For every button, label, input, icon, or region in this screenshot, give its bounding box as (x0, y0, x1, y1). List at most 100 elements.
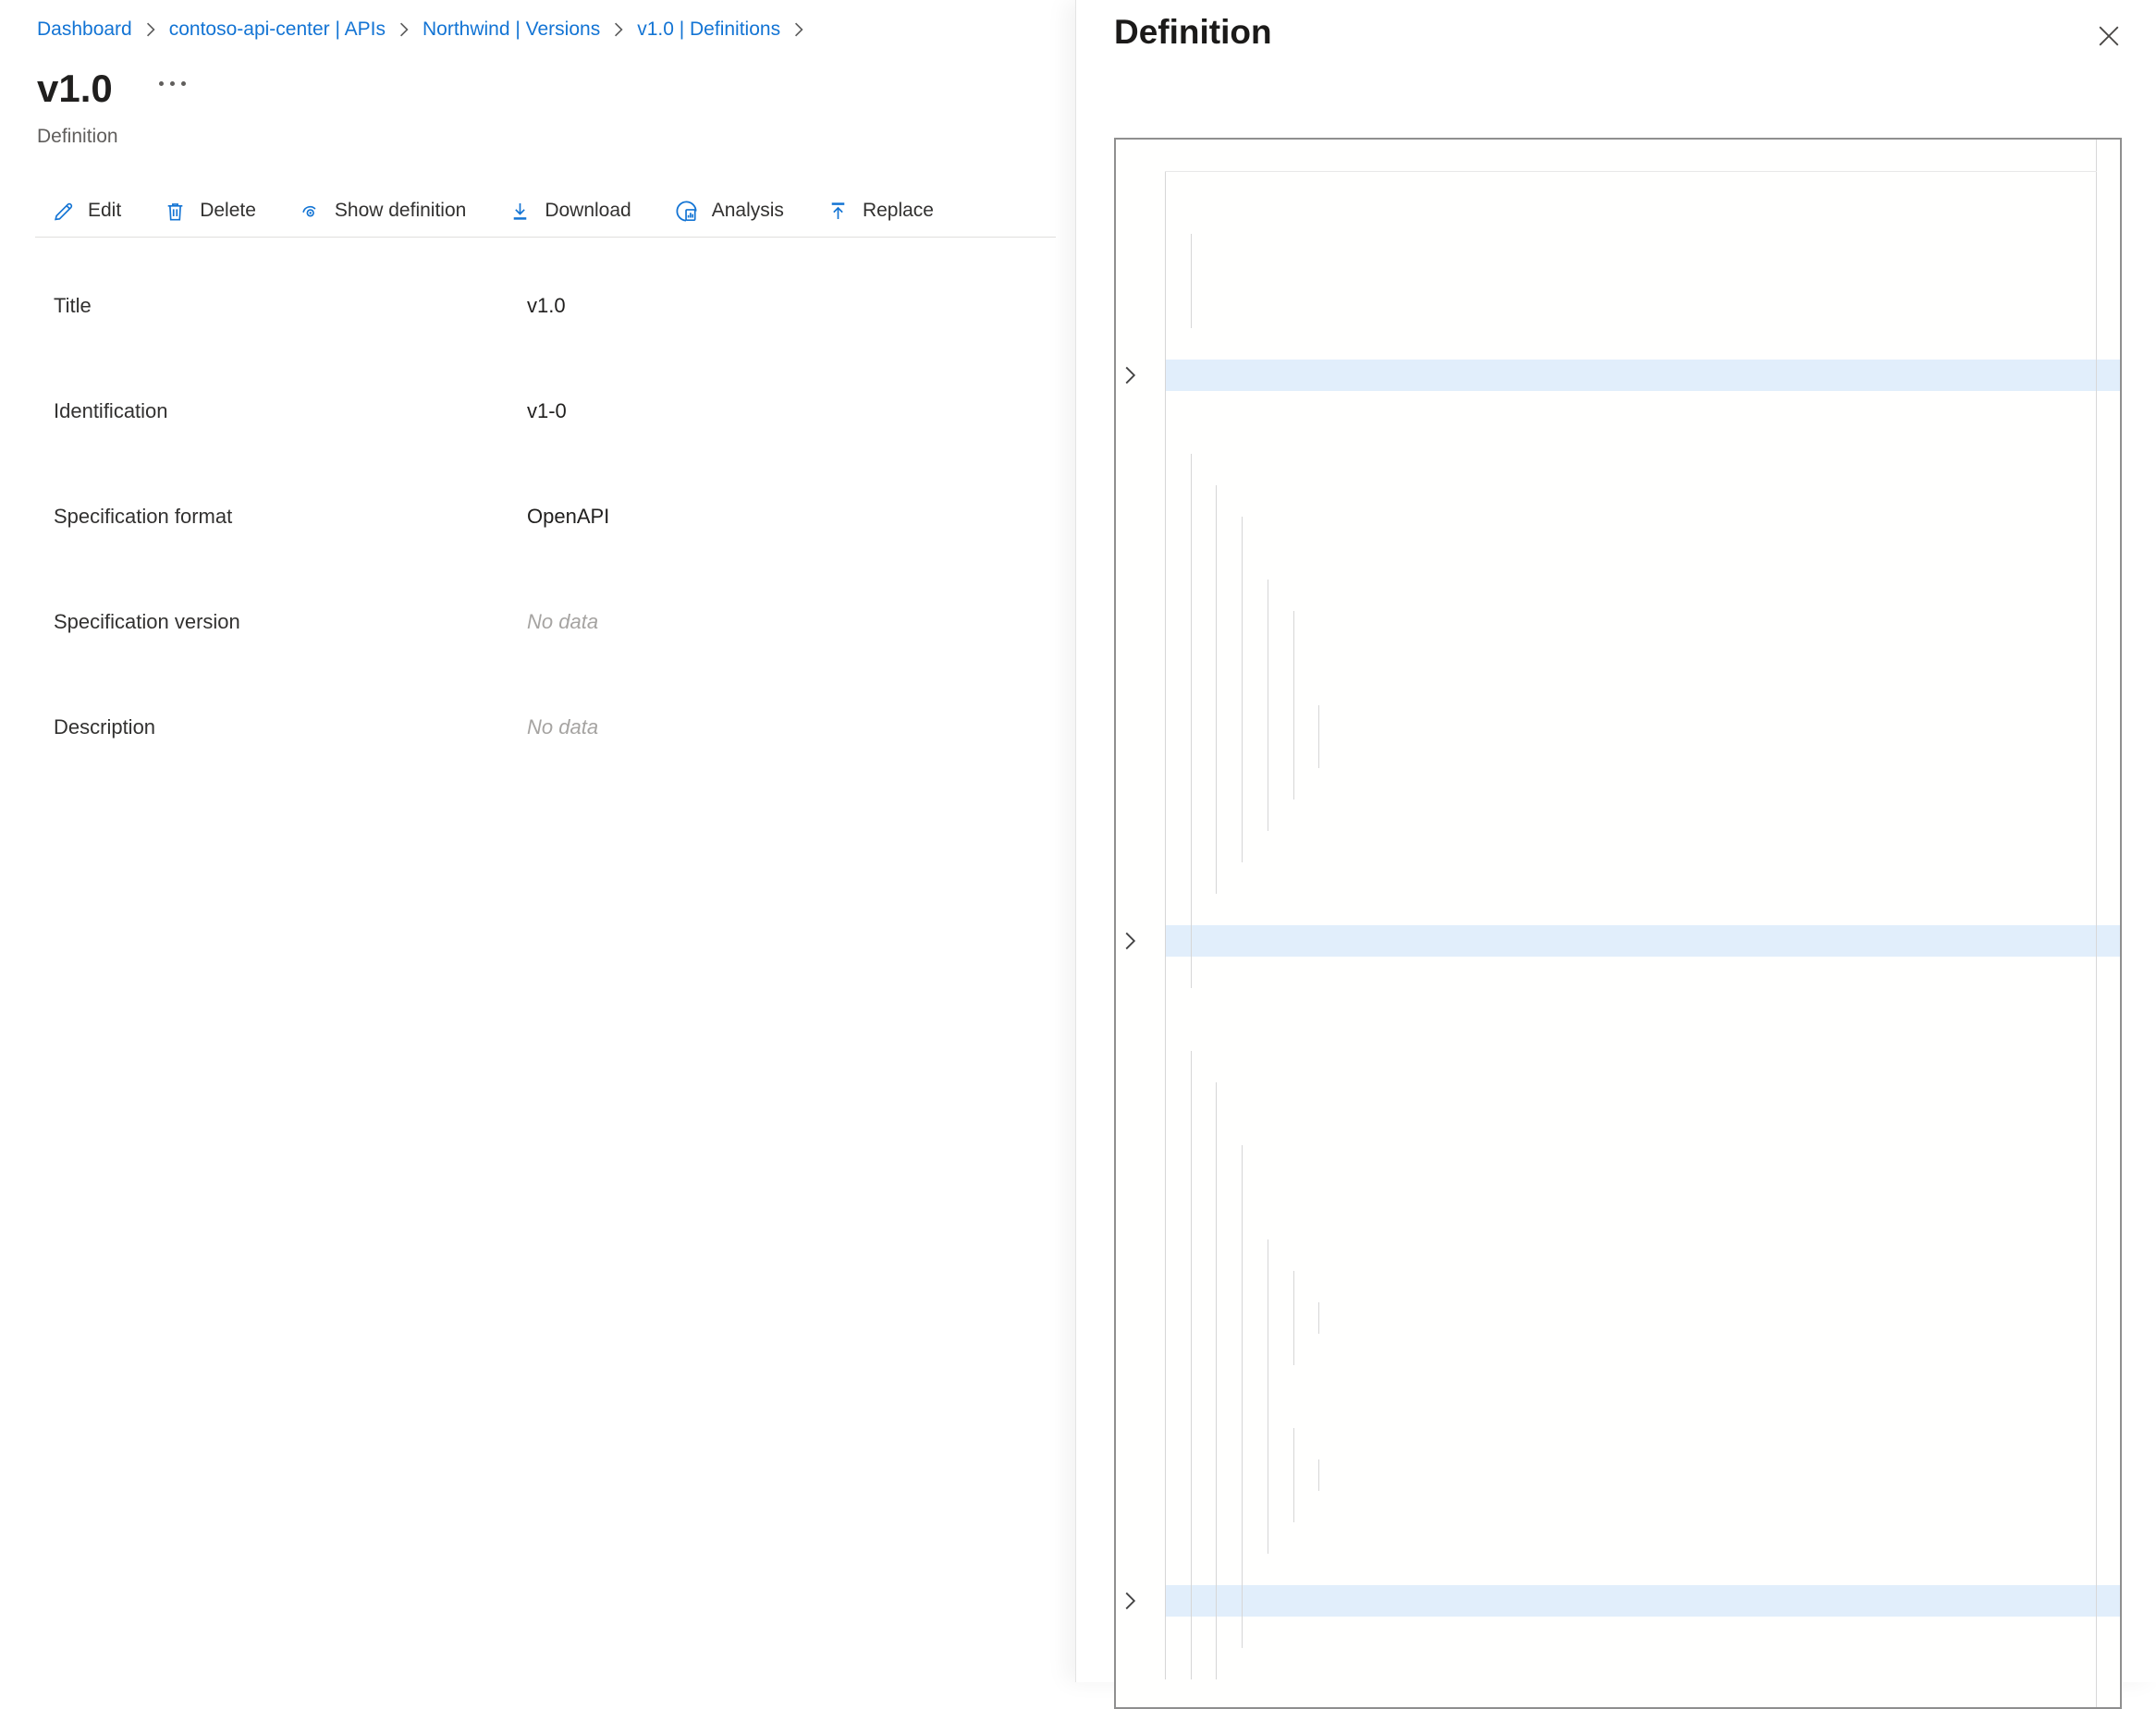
code-line[interactable] (1165, 925, 2120, 957)
property-row-spec-version: Specification version No data (0, 610, 1017, 647)
toolbar-divider (35, 237, 1056, 238)
code-line[interactable] (1165, 1239, 2120, 1271)
code-line[interactable] (1165, 422, 2120, 454)
code-line[interactable] (1165, 1082, 2120, 1114)
replace-button[interactable]: Replace (827, 200, 934, 223)
page-title: v1.0 (37, 67, 113, 111)
property-value-empty: No data (527, 610, 598, 634)
main-content-pane: Dashboard contoso-api-center | APIs Nort… (0, 0, 1075, 1682)
code-line[interactable] (1165, 1051, 2120, 1082)
code-line[interactable] (1165, 1019, 2120, 1051)
code-line[interactable] (1165, 202, 2120, 234)
code-line[interactable] (1165, 1459, 2120, 1491)
current-line-separator (1165, 171, 2097, 172)
code-line[interactable] (1165, 1114, 2120, 1145)
property-value: v1-0 (527, 399, 567, 423)
download-button[interactable]: Download (508, 200, 631, 223)
code-line[interactable] (1165, 1648, 2120, 1679)
analysis-icon (674, 199, 699, 224)
property-label: Title (54, 294, 92, 318)
code-line[interactable] (1165, 1585, 2120, 1617)
code-line[interactable] (1165, 234, 2120, 265)
show-definition-label: Show definition (335, 200, 466, 222)
code-line[interactable] (1165, 1428, 2120, 1459)
code-line[interactable] (1165, 705, 2120, 737)
breadcrumb-link-definitions[interactable]: v1.0 | Definitions (637, 18, 780, 41)
property-label: Description (54, 715, 155, 739)
eye-icon (299, 200, 322, 223)
ellipsis-icon[interactable] (159, 81, 186, 86)
breadcrumb: Dashboard contoso-api-center | APIs Nort… (37, 18, 817, 41)
code-line[interactable] (1165, 485, 2120, 517)
code-line[interactable] (1165, 831, 2120, 862)
code-line[interactable] (1165, 768, 2120, 800)
chevron-right-icon (614, 22, 623, 37)
close-icon[interactable] (2095, 22, 2123, 50)
code-line[interactable] (1165, 800, 2120, 831)
code-line[interactable] (1165, 1271, 2120, 1302)
code-line[interactable] (1165, 642, 2120, 674)
code-line[interactable] (1165, 517, 2120, 548)
property-row-title: Title v1.0 (0, 294, 1017, 331)
code-line[interactable] (1165, 1365, 2120, 1397)
code-line[interactable] (1165, 862, 2120, 894)
code-line[interactable] (1165, 548, 2120, 580)
code-line[interactable] (1165, 1522, 2120, 1554)
panel-title: Definition (1114, 13, 1272, 52)
code-line[interactable] (1165, 328, 2120, 360)
property-row-spec-format: Specification format OpenAPI (0, 505, 1017, 542)
code-line[interactable] (1165, 265, 2120, 297)
trash-icon (164, 200, 187, 223)
page-subtitle: Definition (37, 126, 118, 148)
code-line[interactable] (1165, 674, 2120, 705)
breadcrumb-link-versions[interactable]: Northwind | Versions (423, 18, 600, 41)
command-bar: Edit Delete Show definition Download Ana… (52, 187, 934, 235)
property-label: Identification (54, 399, 168, 423)
code-line[interactable] (1165, 1491, 2120, 1522)
definition-panel: Definition (1075, 0, 2156, 1682)
download-icon (508, 200, 532, 223)
pencil-icon (52, 200, 75, 223)
breadcrumb-link-dashboard[interactable]: Dashboard (37, 18, 132, 41)
code-line[interactable] (1165, 454, 2120, 485)
code-line[interactable] (1165, 360, 2120, 391)
code-line[interactable] (1165, 611, 2120, 642)
editor-gutter (1116, 140, 1165, 1707)
code-line[interactable] (1165, 391, 2120, 422)
code-line[interactable] (1165, 1177, 2120, 1208)
code-line[interactable] (1165, 988, 2120, 1019)
code-line[interactable] (1165, 140, 2120, 171)
property-value: v1.0 (527, 294, 566, 318)
download-label: Download (545, 200, 631, 222)
code-line[interactable] (1165, 1554, 2120, 1585)
breadcrumb-link-api-center[interactable]: contoso-api-center | APIs (169, 18, 386, 41)
delete-label: Delete (200, 200, 256, 222)
code-line[interactable] (1165, 1302, 2120, 1334)
property-label: Specification format (54, 505, 232, 529)
code-line[interactable] (1165, 737, 2120, 768)
edit-label: Edit (88, 200, 121, 222)
code-line[interactable] (1165, 1145, 2120, 1177)
replace-label: Replace (863, 200, 934, 222)
code-line[interactable] (1165, 1397, 2120, 1428)
fold-chevron-icon[interactable] (1124, 932, 1137, 950)
chevron-right-icon (146, 22, 155, 37)
code-line[interactable] (1165, 894, 2120, 925)
analysis-button[interactable]: Analysis (674, 199, 784, 224)
code-line[interactable] (1165, 171, 2120, 202)
code-line[interactable] (1165, 1208, 2120, 1239)
code-line[interactable] (1165, 957, 2120, 988)
fold-chevron-icon[interactable] (1124, 1592, 1137, 1610)
show-definition-button[interactable]: Show definition (299, 200, 466, 223)
code-line[interactable] (1165, 1334, 2120, 1365)
overview-ruler (2096, 140, 2097, 1707)
code-editor[interactable] (1114, 138, 2122, 1709)
analysis-label: Analysis (712, 200, 784, 222)
delete-button[interactable]: Delete (164, 200, 256, 223)
fold-chevron-icon[interactable] (1124, 366, 1137, 385)
property-row-identification: Identification v1-0 (0, 399, 1017, 436)
code-line[interactable] (1165, 580, 2120, 611)
code-line[interactable] (1165, 297, 2120, 328)
code-line[interactable] (1165, 1617, 2120, 1648)
edit-button[interactable]: Edit (52, 200, 121, 223)
